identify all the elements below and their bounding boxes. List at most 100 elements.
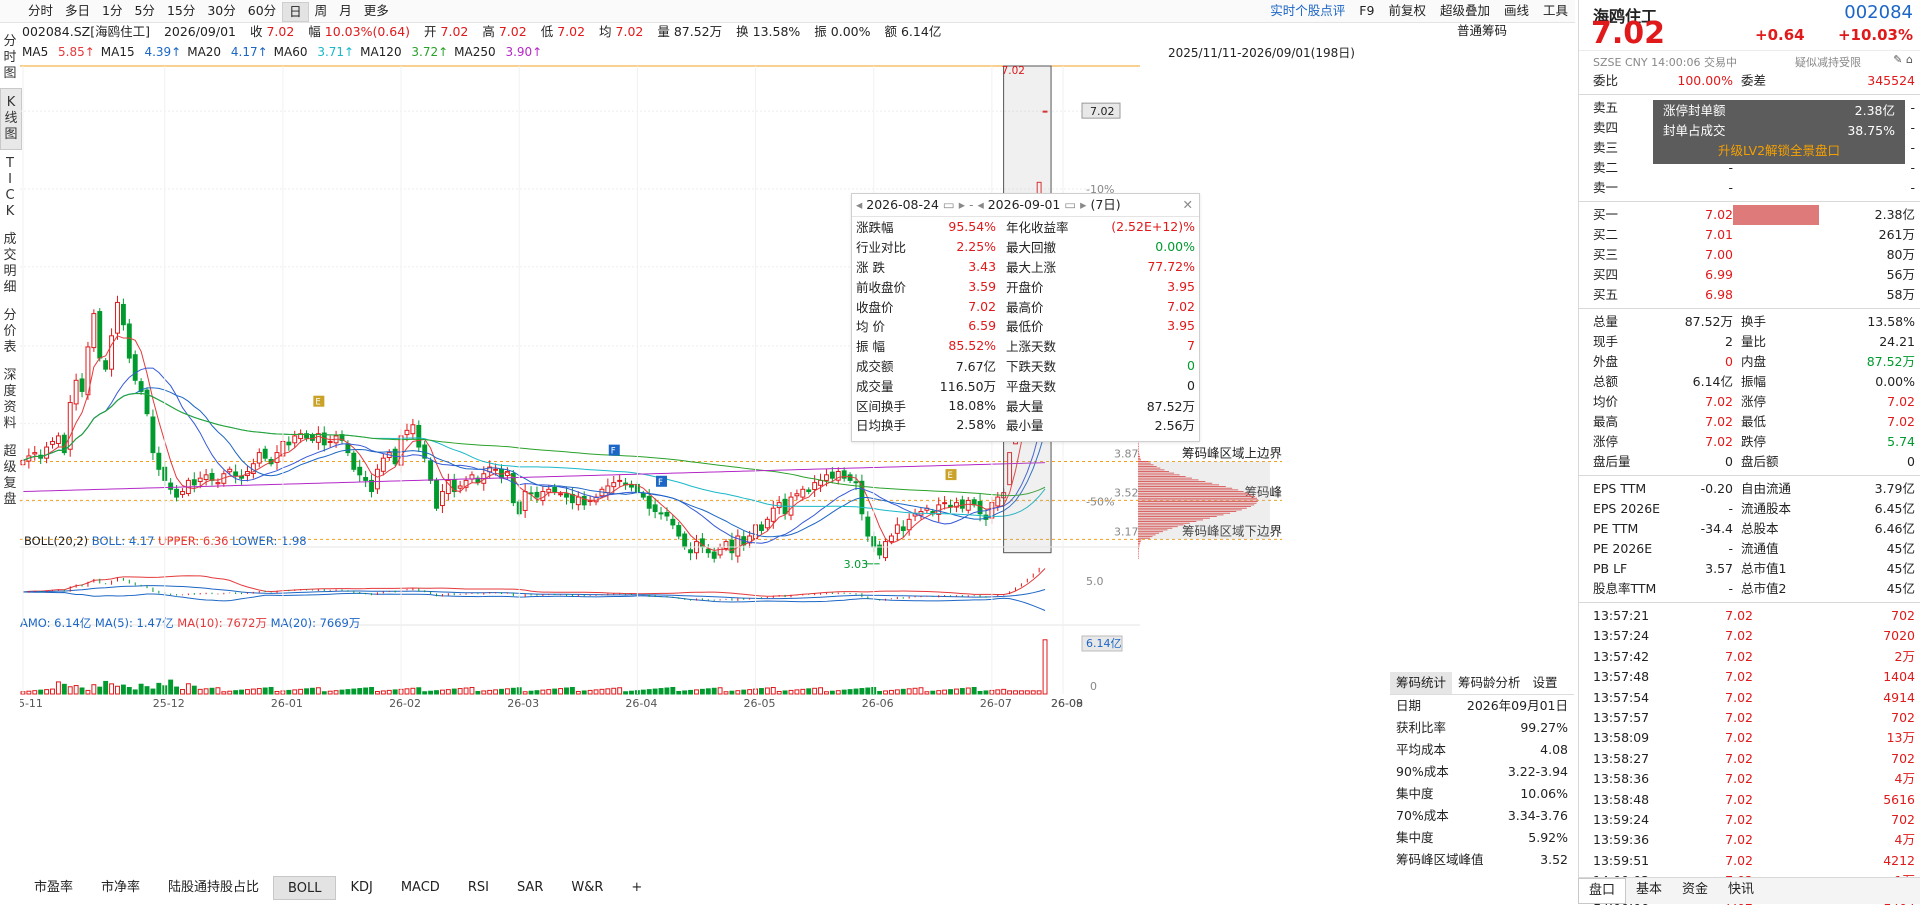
toolbar-item-0[interactable]: 实时个股点评 (1270, 2, 1345, 20)
period-tab-0[interactable]: 分时 (22, 2, 59, 22)
period-tab-9[interactable]: 月 (333, 2, 358, 22)
toolbar-item-4[interactable]: 画线 (1504, 2, 1529, 20)
volume-bar (581, 690, 587, 695)
chip-tab-0[interactable]: 筹码统计 (1390, 672, 1453, 694)
range-to[interactable]: 2026-09-01 (988, 197, 1061, 212)
chip-tab-2[interactable]: 设置 (1527, 672, 1564, 694)
date-range-label[interactable]: 2025/11/11-2026/09/01(198日) (1168, 45, 1355, 61)
indicator-tab-5[interactable]: MACD (387, 876, 454, 900)
tick-row: 13:58:09 7.02 13万 (1579, 728, 1920, 748)
period-tab-2[interactable]: 1分 (96, 2, 128, 22)
volume-bar (664, 687, 670, 695)
vtab-3[interactable]: 成交明细 (0, 226, 20, 302)
stat-label: 前收盘价 (856, 279, 907, 295)
settings-icon[interactable]: ✎ ⌂ (1893, 53, 1913, 66)
toolbar-item-1[interactable]: F9 (1359, 2, 1374, 20)
amount-label: 额 (884, 24, 897, 39)
vol-value: 87.52万 (673, 24, 723, 39)
vtab-1[interactable]: K线图 (0, 88, 22, 150)
upgrade-lv2-link[interactable]: 升级LV2解锁全景盘口 (1653, 140, 1905, 162)
indicator-tab-8[interactable]: W&R (557, 876, 617, 900)
volume-bar (888, 689, 894, 695)
volume-bar (812, 687, 818, 695)
indicator-tab-6[interactable]: RSI (454, 876, 503, 900)
order-row: 买二 7.01 261万 (1579, 225, 1920, 245)
quote-tab-2[interactable]: 资金 (1672, 878, 1718, 904)
candle-body (894, 524, 900, 534)
indicator-tab-4[interactable]: KDJ (336, 876, 386, 900)
prev-icon[interactable]: ◂ (977, 197, 983, 212)
volume-bar (268, 686, 274, 695)
calendar-icon[interactable]: ▭ (1064, 197, 1076, 212)
period-tab-10[interactable]: 更多 (358, 2, 395, 22)
stat-value: 87.52万 (1866, 354, 1915, 369)
stat-label: 盘后额 (1741, 454, 1779, 469)
range-from[interactable]: 2026-08-24 (866, 197, 939, 212)
volume-bar (156, 682, 162, 695)
volume-bar (357, 688, 363, 695)
chip-tab-1[interactable]: 筹码龄分析 (1452, 672, 1527, 694)
volume-bar (558, 688, 564, 695)
calendar-icon[interactable]: ▭ (943, 197, 955, 212)
indicator-tab-3[interactable]: BOLL (273, 876, 337, 900)
reduce-limit-label[interactable]: 疑似减持受限 (1795, 54, 1861, 70)
toolbar-item-2[interactable]: 前复权 (1388, 2, 1426, 20)
period-tab-4[interactable]: 15分 (161, 2, 201, 22)
indicator-tab-9[interactable]: + (617, 876, 656, 900)
volume-bar (44, 689, 50, 695)
close-icon[interactable]: ✕ (1183, 194, 1193, 216)
next-icon[interactable]: ▸ (1080, 197, 1086, 212)
stat-value: 0 (1187, 377, 1195, 393)
candle-body (764, 518, 770, 529)
indicator-tab-0[interactable]: 市盈率 (20, 876, 87, 900)
candle-body (575, 496, 581, 506)
period-tab-8[interactable]: 周 (309, 2, 334, 22)
candle-body (434, 479, 439, 509)
tick-price: 7.02 (1725, 832, 1753, 848)
period-tab-7[interactable]: 日 (282, 2, 309, 22)
quote-tab-0[interactable]: 盘口 (1578, 878, 1627, 904)
volume-bar (883, 690, 888, 695)
vtab-6[interactable]: 超级复盘 (0, 438, 20, 514)
candle-body (682, 533, 688, 548)
candle-body (759, 524, 764, 531)
kline-chart[interactable]: 7.02-10%-20%-30%-40%-50%7.023.87筹码峰区域上边界… (20, 60, 1390, 870)
candle-body (327, 440, 333, 443)
x-axis-label: 26-06 (862, 697, 894, 710)
prev-icon[interactable]: ◂ (856, 197, 862, 212)
chip-header[interactable]: 普通筹码 (1390, 22, 1574, 40)
period-tab-5[interactable]: 30分 (201, 2, 241, 22)
vtab-4[interactable]: 分价表 (0, 302, 20, 362)
tick-volume: 702 (1891, 750, 1915, 766)
candle-body (233, 471, 239, 477)
period-tab-6[interactable]: 60分 (242, 2, 282, 22)
volume-bar (782, 690, 788, 695)
vtab-5[interactable]: 深度资料 (0, 362, 20, 438)
vtab-2[interactable]: TICK (0, 150, 20, 226)
volume-bar (930, 690, 936, 695)
next-icon[interactable]: ▸ (959, 197, 965, 212)
stat-value: 18.08% (948, 397, 997, 413)
indicator-tab-2[interactable]: 陆股通持股占比 (154, 876, 273, 900)
quote-tab-3[interactable]: 快讯 (1718, 878, 1764, 904)
stat-value: 5.74 (1887, 434, 1915, 449)
volume-bar (800, 688, 806, 695)
toolbar-item-5[interactable]: 工具 (1543, 2, 1568, 20)
fin-value: -34.4 (1700, 521, 1733, 536)
candle-body (564, 493, 569, 498)
candle-body (676, 525, 682, 537)
fin-label: EPS 2026E (1593, 501, 1661, 516)
period-tab-3[interactable]: 5分 (128, 2, 160, 22)
order-level: 买五 (1593, 287, 1619, 302)
fin-row: PB LF 3.57 总市值1 45亿 (1579, 559, 1920, 579)
period-tab-1[interactable]: 多日 (59, 2, 96, 22)
toolbar-item-3[interactable]: 超级叠加 (1440, 2, 1490, 20)
stat-value: 77.72% (1147, 258, 1195, 274)
tick-volume: 4万 (1894, 832, 1915, 848)
indicator-tab-1[interactable]: 市净率 (87, 876, 154, 900)
indicator-tab-7[interactable]: SAR (503, 876, 557, 900)
vtab-0[interactable]: 分时图 (0, 28, 20, 88)
quote-tab-1[interactable]: 基本 (1626, 878, 1672, 904)
candle-body (776, 502, 782, 509)
candle-body (581, 495, 587, 506)
